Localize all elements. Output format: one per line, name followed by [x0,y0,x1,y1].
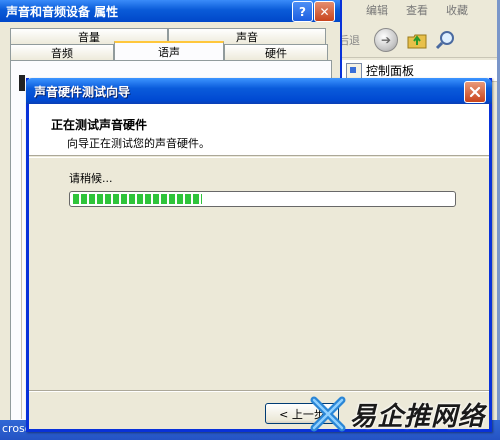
explorer-menu-bar: 编辑 查看 收藏 [330,0,500,20]
watermark-text: 易企推网络 [350,401,486,432]
watermark-logo: 易企推网络 [310,392,500,436]
tab-voice[interactable]: 语声 [114,41,224,61]
wizard-title-bar: 声音硬件测试向导 [26,78,492,104]
properties-title: 声音和音频设备 属性 [6,4,119,19]
control-panel-icon [346,62,362,79]
wizard-header: 正在测试声音硬件 向导正在测试您的声音硬件。 [29,104,489,156]
search-icon[interactable] [434,29,456,51]
menu-edit[interactable]: 编辑 [366,2,388,18]
properties-title-bar: 声音和音频设备 属性 ? ✕ [0,0,340,22]
progress-bar [69,191,456,207]
wizard-step-title: 正在测试声音硬件 [51,118,148,132]
close-icon[interactable] [464,81,486,103]
wizard-title: 声音硬件测试向导 [34,84,131,99]
tab-hardware[interactable]: 硬件 [224,44,328,61]
close-icon[interactable]: ✕ [314,1,335,22]
menu-favorites[interactable]: 收藏 [446,2,468,18]
tab-row-bottom: 音频 语声 硬件 [10,41,328,61]
tab-audio[interactable]: 音频 [10,44,114,61]
up-folder-icon[interactable] [406,29,428,51]
header-divider [29,157,489,158]
wait-label: 请稍候... [69,172,113,185]
progress-bar-fill [73,194,202,204]
menu-view[interactable]: 查看 [406,2,428,18]
address-text: 控制面板 [366,64,415,78]
panel-text-fragment [19,75,25,91]
explorer-toolbar: 后退 ➔ [330,22,500,58]
forward-icon[interactable]: ➔ [374,27,398,52]
help-icon[interactable]: ? [292,1,313,22]
sound-hardware-test-wizard: 声音硬件测试向导 正在测试声音硬件 向导正在测试您的声音硬件。 请稍候... <… [26,78,492,432]
wizard-step-subtitle: 向导正在测试您的声音硬件。 [67,137,210,150]
watermark-x-icon [310,396,346,432]
